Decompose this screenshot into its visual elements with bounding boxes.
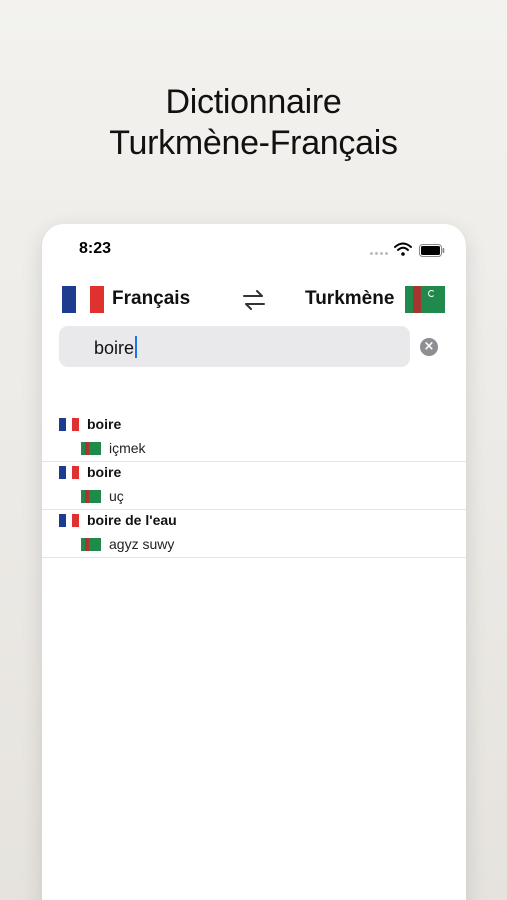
search-input-value[interactable]: boire [94,336,138,359]
translation-word: uç [109,488,124,504]
clear-circle-icon[interactable]: × [420,338,438,356]
translation-word: agyz suwy [109,536,175,552]
source-language-button[interactable]: Français [112,288,190,310]
list-item[interactable]: boire uç [42,462,466,510]
headline-line-1: Dictionnaire [165,83,342,121]
signal-icon [370,252,392,258]
results-list: boire içmek boire uç boire de l'eau agyz… [42,414,466,558]
text-caret [135,336,138,358]
swap-arrows-icon[interactable] [241,288,267,312]
target-language-button[interactable]: Turkmène [305,288,394,310]
language-bar: Français Turkmène [42,284,466,316]
list-item[interactable]: boire de l'eau agyz suwy [42,510,466,558]
battery-icon [419,244,445,257]
flag-turkmenistan-icon [81,442,101,455]
status-time: 8:23 [79,240,112,257]
search-input[interactable]: boire [59,326,410,367]
flag-france-icon [59,466,80,479]
status-bar: 8:23 [42,238,466,264]
flag-france-icon [59,514,80,527]
flag-turkmenistan-icon [405,286,445,313]
flag-turkmenistan-icon [81,538,101,551]
promo-headline: Dictionnaire Turkmène-Français [0,82,507,164]
phone-screen: 8:23 Français Turkmène boire × boire içm… [42,224,466,900]
source-word: boire [87,416,122,432]
wifi-icon [394,242,412,256]
translation-word: içmek [109,440,146,456]
flag-france-icon [59,418,80,431]
list-item[interactable]: boire içmek [42,414,466,462]
source-word: boire [87,464,122,480]
flag-turkmenistan-icon [81,490,101,503]
source-word: boire de l'eau [87,512,177,528]
flag-france-icon [62,286,104,313]
headline-line-2: Turkmène-Français [109,124,398,162]
